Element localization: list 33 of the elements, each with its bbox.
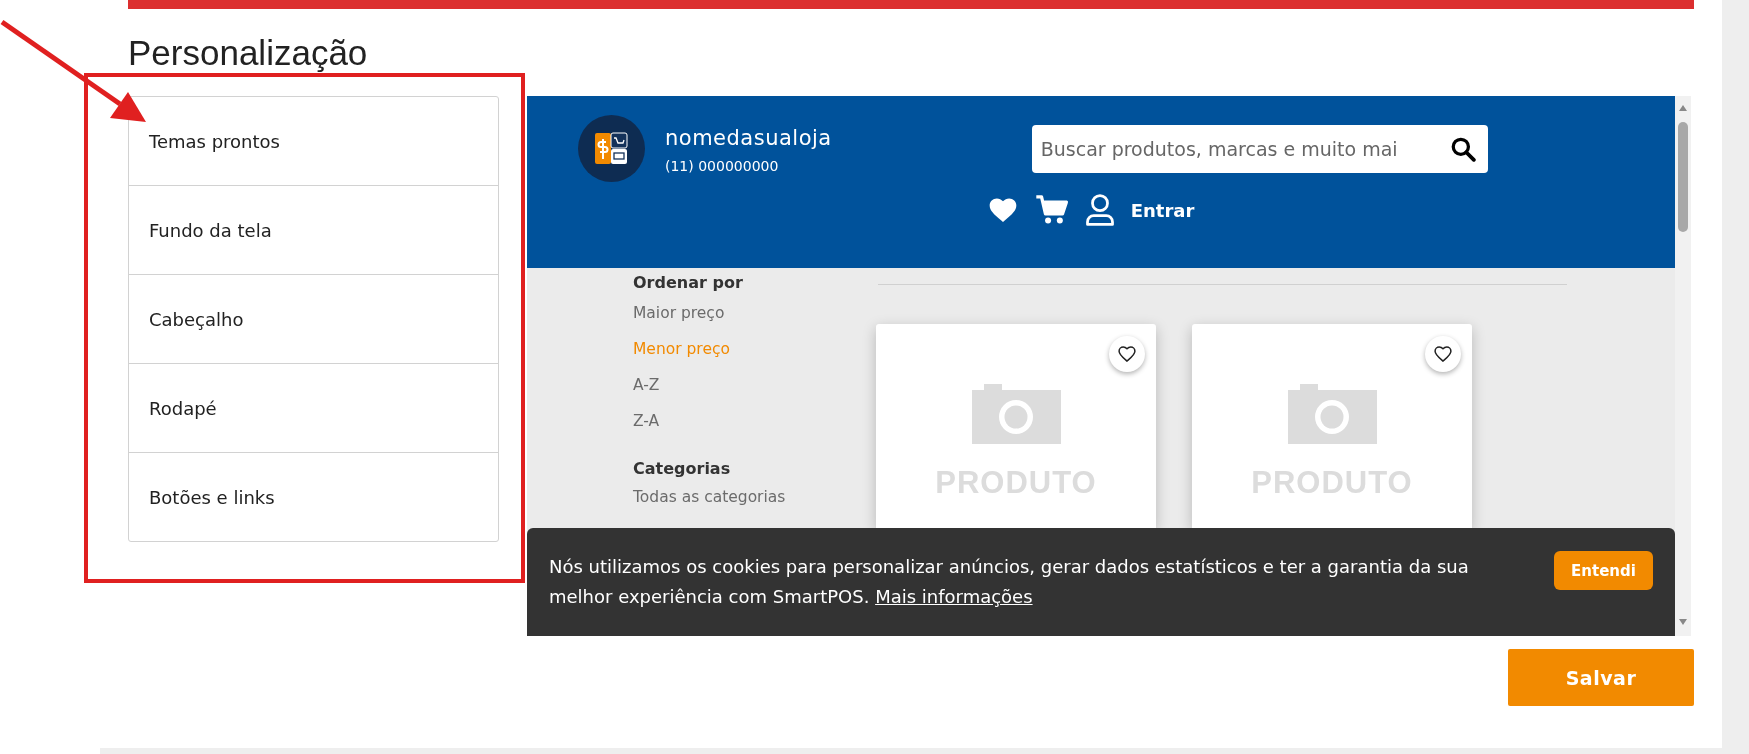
menu-item[interactable]: Rodapé: [129, 363, 498, 452]
sort-option[interactable]: Maior preço: [633, 295, 876, 331]
favorite-button[interactable]: [1109, 336, 1145, 372]
heart-icon: [1117, 344, 1137, 364]
camera-icon: [1285, 382, 1379, 444]
scroll-up-icon[interactable]: [1679, 105, 1687, 111]
menu-item[interactable]: Botões e links: [129, 452, 498, 541]
page-title: Personalização: [128, 32, 369, 74]
login-link[interactable]: Entrar: [1130, 199, 1195, 221]
more-info-link[interactable]: Mais informações: [875, 586, 1033, 607]
user-icon[interactable]: [1084, 193, 1115, 227]
camera-icon: [969, 382, 1063, 444]
sort-option[interactable]: A-Z: [633, 367, 876, 403]
sort-heading: Ordenar por: [633, 272, 744, 294]
category-link[interactable]: Todas as categorias: [633, 481, 876, 513]
store-name: nomedasualoja: [665, 126, 832, 150]
store-logo: [578, 115, 645, 182]
menu-item[interactable]: Fundo da tela: [129, 185, 498, 274]
search-field[interactable]: Buscar produtos, marcas e muito mai: [1031, 125, 1488, 173]
store-phone: (11) 000000000: [665, 158, 780, 174]
heart-icon: [1433, 344, 1453, 364]
sort-option[interactable]: Z-A: [633, 403, 876, 439]
menu-item[interactable]: Temas prontos: [129, 97, 498, 185]
menu-item[interactable]: Cabeçalho: [129, 274, 498, 363]
cart-icon[interactable]: [1034, 194, 1069, 226]
scroll-thumb[interactable]: [1678, 122, 1688, 232]
favorite-button[interactable]: [1425, 336, 1461, 372]
scroll-down-icon[interactable]: [1679, 619, 1687, 625]
accept-button[interactable]: Entendi: [1554, 551, 1653, 590]
save-button[interactable]: Salvar: [1508, 649, 1694, 706]
cookie-message: Nós utilizamos os cookies para personalizar anúncios, gerar dados estatísticos e ter a garantia da sua melhor experiência com SmartPOS. Mais informações: [549, 555, 1470, 609]
search-icon[interactable]: [1449, 136, 1476, 162]
categories-heading: Categorias: [633, 458, 732, 480]
